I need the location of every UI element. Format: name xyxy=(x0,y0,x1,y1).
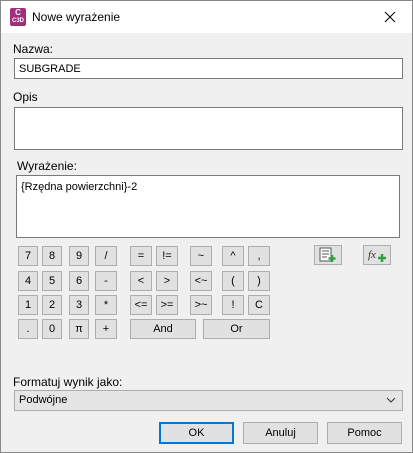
app-icon-letter: C xyxy=(15,8,21,17)
cancel-button[interactable]: Anuluj xyxy=(243,422,318,444)
format-select-value: Podwójne xyxy=(19,394,68,406)
key-7[interactable]: 7 xyxy=(18,246,38,266)
title-bar: C C3D Nowe wyrażenie xyxy=(1,1,412,33)
key-9[interactable]: 9 xyxy=(69,246,89,266)
key-greater-equal[interactable]: >= xyxy=(156,295,178,315)
name-input[interactable]: SUBGRADE xyxy=(14,58,403,79)
key-8[interactable]: 8 xyxy=(42,246,62,266)
name-label: Nazwa: xyxy=(13,42,54,56)
key-or[interactable]: Or xyxy=(203,319,270,339)
insert-function-button[interactable]: fx xyxy=(363,245,391,265)
key-0[interactable]: 0 xyxy=(42,319,62,339)
window-title: Nowe wyrażenie xyxy=(32,10,121,24)
expression-dialog: C C3D Nowe wyrażenie Nazwa: SUBGRADE Opi… xyxy=(0,0,413,453)
format-label: Formatuj wynik jako: xyxy=(13,375,123,389)
key-divide[interactable]: / xyxy=(95,246,117,266)
key-minus[interactable]: - xyxy=(95,271,117,291)
format-select[interactable]: Podwójne xyxy=(14,390,403,411)
key-not-equal[interactable]: != xyxy=(156,246,178,266)
key-greater[interactable]: > xyxy=(156,271,178,291)
key-3[interactable]: 3 xyxy=(69,295,89,315)
key-less-approx[interactable]: <~ xyxy=(190,271,212,291)
svg-text:fx: fx xyxy=(368,249,376,261)
key-approx[interactable]: ~ xyxy=(190,246,212,266)
key-open-paren[interactable]: ( xyxy=(222,271,244,291)
key-and[interactable]: And xyxy=(130,319,196,339)
key-5[interactable]: 5 xyxy=(42,271,62,291)
key-pi[interactable]: π xyxy=(69,319,89,339)
key-less-equal[interactable]: <= xyxy=(130,295,152,315)
insert-property-button[interactable] xyxy=(314,245,342,265)
key-plus[interactable]: + xyxy=(95,319,117,339)
key-power[interactable]: ^ xyxy=(222,246,244,266)
key-1[interactable]: 1 xyxy=(18,295,38,315)
expression-label: Wyrażenie: xyxy=(17,159,77,173)
description-label: Opis xyxy=(13,90,38,104)
civil3d-app-icon: C C3D xyxy=(10,8,26,26)
key-multiply[interactable]: * xyxy=(95,295,117,315)
insert-function-icon: fx xyxy=(368,249,386,262)
close-button[interactable] xyxy=(368,1,412,33)
key-not[interactable]: ! xyxy=(222,295,244,315)
key-4[interactable]: 4 xyxy=(18,271,38,291)
description-input[interactable] xyxy=(14,107,403,150)
key-equal[interactable]: = xyxy=(130,246,152,266)
insert-property-icon xyxy=(319,247,336,262)
key-close-paren[interactable]: ) xyxy=(248,271,270,291)
expression-input[interactable]: {Rzędna powierzchni}-2 xyxy=(16,175,400,238)
key-clear[interactable]: C xyxy=(248,295,270,315)
key-comma[interactable]: , xyxy=(248,246,270,266)
key-2[interactable]: 2 xyxy=(42,295,62,315)
ok-button[interactable]: OK xyxy=(159,422,234,444)
key-less[interactable]: < xyxy=(130,271,152,291)
key-6[interactable]: 6 xyxy=(69,271,89,291)
help-button[interactable]: Pomoc xyxy=(327,422,402,444)
key-greater-approx[interactable]: >~ xyxy=(190,295,212,315)
chevron-down-icon xyxy=(386,397,396,403)
key-decimal[interactable]: . xyxy=(18,319,38,339)
app-icon-sub: C3D xyxy=(11,18,24,24)
close-icon xyxy=(384,11,396,23)
